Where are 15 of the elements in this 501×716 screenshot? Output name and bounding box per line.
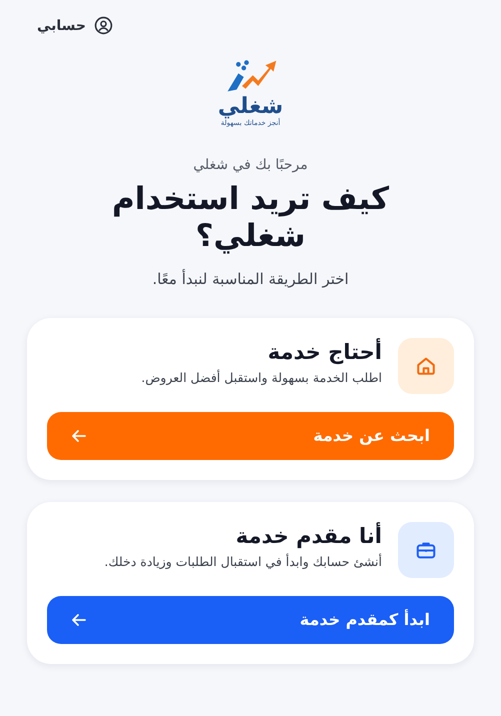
card-title: أحتاج خدمة: [266, 340, 382, 364]
card-title: أنا مقدم خدمة: [234, 524, 382, 548]
house-icon: [415, 354, 437, 377]
subtitle-text: اختر الطريقة المناسبة لنبدأ معًا.: [152, 270, 349, 288]
card-description: اطلب الخدمة بسهولة واستقبل أفضل العروض.: [141, 370, 382, 385]
action-button[interactable]: ابدأ كمقدم خدمة: [47, 596, 454, 644]
logo-text: شغلي: [218, 95, 284, 119]
page-title: كيف تريد استخدام شغلي؟: [110, 181, 390, 256]
action-button[interactable]: ابحث عن خدمة: [47, 412, 454, 460]
arrow-left-icon: [71, 612, 87, 628]
account-link[interactable]: حسابي: [37, 16, 114, 35]
arrow-left-icon: [71, 428, 87, 444]
user-icon: [94, 16, 114, 35]
welcome-text: مرحبًا بك في شغلي: [193, 157, 308, 174]
card-description: أنشئ حسابك وابدأ في استقبال الطلبات وزيادة دخلك.: [104, 554, 382, 569]
